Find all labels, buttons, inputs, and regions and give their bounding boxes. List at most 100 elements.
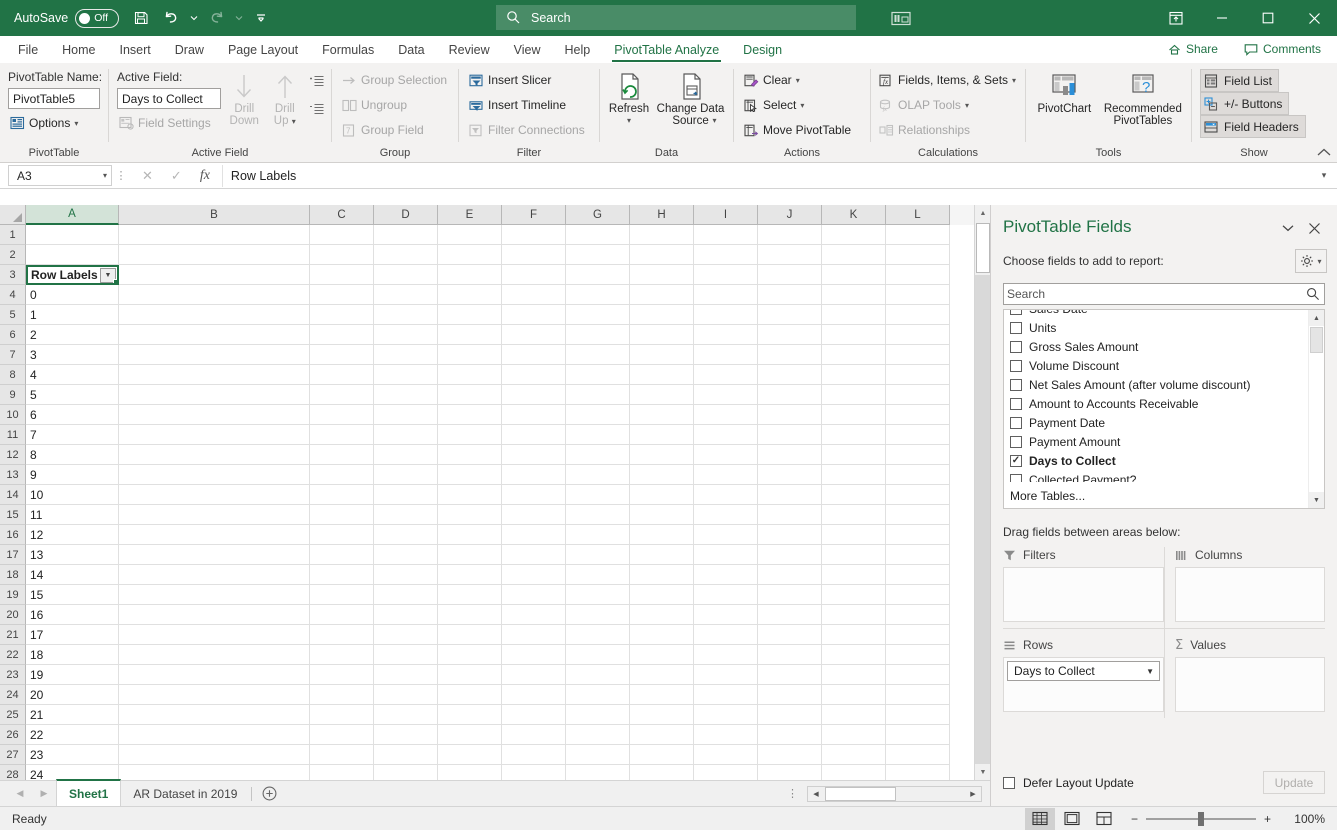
field-list-item[interactable]: Payment Amount bbox=[1004, 432, 1308, 451]
cell-k18[interactable] bbox=[822, 565, 886, 585]
cell-c7[interactable] bbox=[310, 345, 374, 365]
vertical-scrollbar[interactable]: ▲ ▼ bbox=[974, 205, 991, 780]
row-header-18[interactable]: 18 bbox=[0, 565, 26, 585]
cell-i8[interactable] bbox=[694, 365, 758, 385]
row-header-5[interactable]: 5 bbox=[0, 305, 26, 325]
cell-j12[interactable] bbox=[758, 445, 822, 465]
cell-b8[interactable] bbox=[119, 365, 310, 385]
cell-i16[interactable] bbox=[694, 525, 758, 545]
cell-l15[interactable] bbox=[886, 505, 950, 525]
cell-f22[interactable] bbox=[502, 645, 566, 665]
minimize-icon[interactable] bbox=[1199, 0, 1245, 36]
field-checkbox[interactable] bbox=[1010, 310, 1022, 315]
cell-c15[interactable] bbox=[310, 505, 374, 525]
cell-g8[interactable] bbox=[566, 365, 630, 385]
column-header-h[interactable]: H bbox=[630, 205, 694, 225]
sheet-overflow-handle[interactable]: ⋮ bbox=[787, 787, 807, 800]
cell-c28[interactable] bbox=[310, 765, 374, 780]
cell-e17[interactable] bbox=[438, 545, 502, 565]
cell-c16[interactable] bbox=[310, 525, 374, 545]
cell-g22[interactable] bbox=[566, 645, 630, 665]
expand-formula-bar-icon[interactable]: ▾ bbox=[1313, 170, 1335, 181]
filter-connections-button[interactable]: Filter Connections bbox=[467, 119, 587, 141]
sheet-tab-sheet1[interactable]: Sheet1 bbox=[56, 779, 122, 806]
cell-a9[interactable]: 5 bbox=[26, 385, 119, 405]
cell-a15[interactable]: 11 bbox=[26, 505, 119, 525]
row-header-20[interactable]: 20 bbox=[0, 605, 26, 625]
cell-l17[interactable] bbox=[886, 545, 950, 565]
cell-b22[interactable] bbox=[119, 645, 310, 665]
cell-e5[interactable] bbox=[438, 305, 502, 325]
cell-a20[interactable]: 16 bbox=[26, 605, 119, 625]
cell-c2[interactable] bbox=[310, 245, 374, 265]
cell-a13[interactable]: 9 bbox=[26, 465, 119, 485]
cell-i18[interactable] bbox=[694, 565, 758, 585]
cell-a4[interactable]: 0 bbox=[26, 285, 119, 305]
cell-a10[interactable]: 6 bbox=[26, 405, 119, 425]
cell-i13[interactable] bbox=[694, 465, 758, 485]
row-header-13[interactable]: 13 bbox=[0, 465, 26, 485]
area-columns-box[interactable] bbox=[1175, 567, 1325, 622]
vscroll-track[interactable] bbox=[975, 275, 990, 764]
cell-f11[interactable] bbox=[502, 425, 566, 445]
cell-h12[interactable] bbox=[630, 445, 694, 465]
cell-k27[interactable] bbox=[822, 745, 886, 765]
row-header-7[interactable]: 7 bbox=[0, 345, 26, 365]
cell-e28[interactable] bbox=[438, 765, 502, 780]
drill-down-button[interactable]: Drill Down bbox=[227, 69, 262, 127]
field-list-scrollbar[interactable]: ▲ ▼ bbox=[1308, 310, 1324, 508]
cell-e12[interactable] bbox=[438, 445, 502, 465]
area-rows-box[interactable]: Days to Collect ▼ bbox=[1003, 657, 1164, 712]
area-columns[interactable]: Columns bbox=[1164, 547, 1325, 628]
cell-e15[interactable] bbox=[438, 505, 502, 525]
cell-e4[interactable] bbox=[438, 285, 502, 305]
cell-g16[interactable] bbox=[566, 525, 630, 545]
cell-h6[interactable] bbox=[630, 325, 694, 345]
cell-k22[interactable] bbox=[822, 645, 886, 665]
group-selection-button[interactable]: Group Selection bbox=[340, 69, 449, 91]
cell-k28[interactable] bbox=[822, 765, 886, 780]
row-header-6[interactable]: 6 bbox=[0, 325, 26, 345]
zoom-track[interactable] bbox=[1145, 811, 1256, 826]
cell-d12[interactable] bbox=[374, 445, 438, 465]
cell-k25[interactable] bbox=[822, 705, 886, 725]
cell-g10[interactable] bbox=[566, 405, 630, 425]
hscroll-thumb[interactable] bbox=[825, 786, 896, 801]
row-header-26[interactable]: 26 bbox=[0, 725, 26, 745]
cell-j25[interactable] bbox=[758, 705, 822, 725]
zoom-slider[interactable]: − + bbox=[1121, 811, 1281, 826]
move-pivottable-button[interactable]: Move PivotTable bbox=[742, 119, 853, 141]
row-header-1[interactable]: 1 bbox=[0, 225, 26, 245]
cell-f2[interactable] bbox=[502, 245, 566, 265]
cell-d14[interactable] bbox=[374, 485, 438, 505]
column-header-j[interactable]: J bbox=[758, 205, 822, 225]
tab-page-layout[interactable]: Page Layout bbox=[216, 36, 310, 63]
cell-a22[interactable]: 18 bbox=[26, 645, 119, 665]
field-list-scroll-down-icon[interactable]: ▼ bbox=[1309, 492, 1324, 508]
cell-i10[interactable] bbox=[694, 405, 758, 425]
cell-c4[interactable] bbox=[310, 285, 374, 305]
cell-l9[interactable] bbox=[886, 385, 950, 405]
cell-c25[interactable] bbox=[310, 705, 374, 725]
cell-j19[interactable] bbox=[758, 585, 822, 605]
cell-l4[interactable] bbox=[886, 285, 950, 305]
cell-j5[interactable] bbox=[758, 305, 822, 325]
cell-j7[interactable] bbox=[758, 345, 822, 365]
cell-h19[interactable] bbox=[630, 585, 694, 605]
cell-l6[interactable] bbox=[886, 325, 950, 345]
enter-icon[interactable]: ✓ bbox=[171, 168, 182, 184]
cell-l16[interactable] bbox=[886, 525, 950, 545]
cell-g2[interactable] bbox=[566, 245, 630, 265]
cell-i21[interactable] bbox=[694, 625, 758, 645]
cell-a19[interactable]: 15 bbox=[26, 585, 119, 605]
cell-f6[interactable] bbox=[502, 325, 566, 345]
cell-c27[interactable] bbox=[310, 745, 374, 765]
cell-l23[interactable] bbox=[886, 665, 950, 685]
cell-i25[interactable] bbox=[694, 705, 758, 725]
expand-field-icon[interactable] bbox=[308, 75, 325, 91]
cell-j16[interactable] bbox=[758, 525, 822, 545]
cell-f3[interactable] bbox=[502, 265, 566, 285]
redo-icon[interactable] bbox=[202, 5, 230, 31]
share-button[interactable]: Share bbox=[1157, 38, 1228, 60]
cell-a14[interactable]: 10 bbox=[26, 485, 119, 505]
